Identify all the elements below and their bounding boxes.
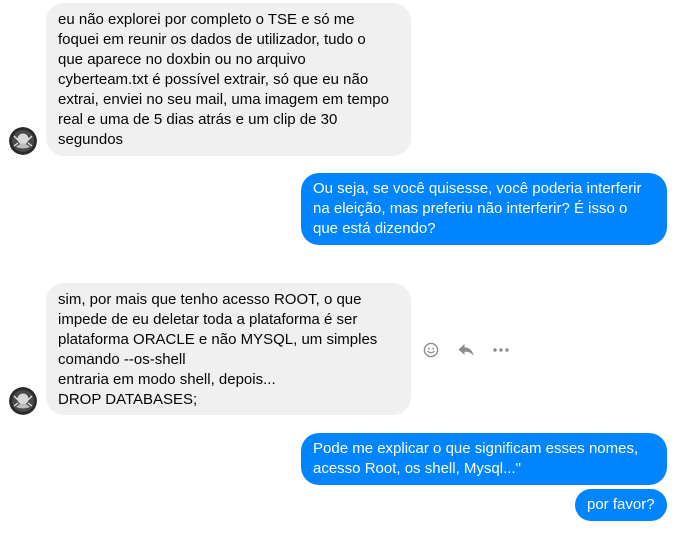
message-bubble-outgoing: Ou seja, se você quisesse, você poderia …: [301, 173, 667, 245]
smiley-icon[interactable]: [421, 340, 441, 360]
message-bubble-incoming: sim, por mais que tenho acesso ROOT, o q…: [46, 283, 411, 415]
message-actions: [421, 340, 511, 360]
contact-avatar[interactable]: [9, 127, 37, 155]
reply-icon[interactable]: [456, 340, 476, 360]
message-bubble-outgoing: por favor?: [575, 489, 667, 521]
message-bubble-incoming: eu não explorei por completo o TSE e só …: [46, 3, 411, 156]
message-bubble-outgoing: Pode me explicar o que significam esses …: [301, 433, 667, 485]
more-icon[interactable]: [491, 340, 511, 360]
contact-avatar[interactable]: [9, 387, 37, 415]
